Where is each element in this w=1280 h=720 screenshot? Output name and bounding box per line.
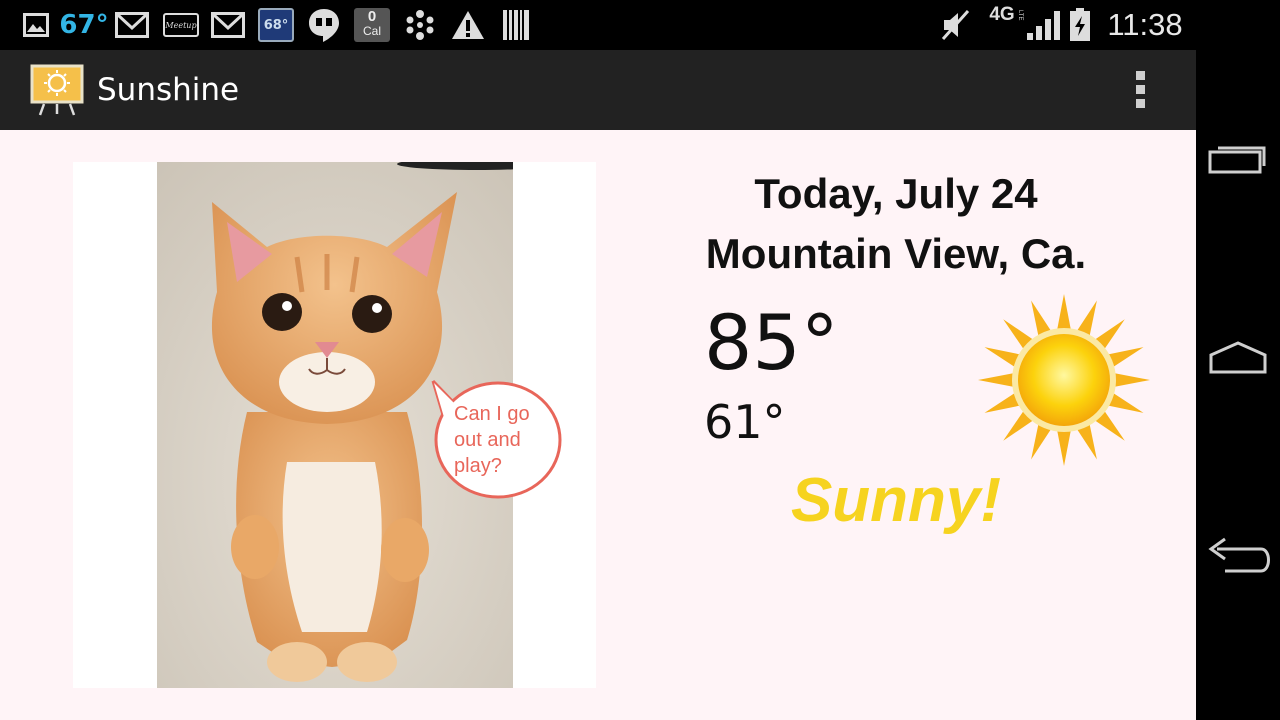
mute-icon [938,8,974,42]
weather-condition: Sunny! [790,466,1002,535]
calendar-icon: 0 Cal [354,8,390,42]
signal-icon [1026,8,1062,42]
status-time: 11:38 [1107,7,1183,42]
sunshine-app-icon[interactable] [30,64,84,116]
bubble-line-2: out and [454,429,521,451]
action-bar: Sunshine [0,50,1196,130]
dots-icon [402,8,438,42]
sun-ray [1057,429,1071,466]
forecast-detail: Can I go out and play? Today, July 24 Mo… [0,130,1196,720]
overflow-menu-icon[interactable] [1125,68,1155,112]
calendar-count: 0 [367,8,377,25]
battery-icon [1066,8,1094,42]
photo-frame: Can I go out and play? [73,162,596,688]
bubble-line-1: Can I go [454,403,530,425]
navigation-bar [1196,0,1280,720]
forecast-location: Mountain View, Ca. [705,230,1087,277]
status-bar: 67° Meetup 68° 0 Cal 4G LTE 11:38 [0,0,1196,50]
forecast-date: Today, July 24 [754,170,1038,217]
low-temperature: 61° [704,395,786,449]
hangouts-icon [306,8,342,42]
high-temperature: 85° [704,298,839,387]
app-title: Sunshine [97,72,240,108]
weather-badge: 68° [258,8,294,42]
speech-bubble: Can I go out and play? [431,379,562,499]
weather-badge-icon: 68° [258,8,294,42]
meetup-label: Meetup [163,13,199,37]
sun-ray [1057,294,1071,331]
bubble-line-3: play? [454,455,502,477]
sun-ray [1113,373,1150,387]
home-icon[interactable] [1196,312,1280,402]
barcode-icon [500,8,532,42]
back-icon[interactable] [1196,512,1280,602]
gmail-icon [210,8,246,42]
network-sub: LTE [1017,9,1023,21]
image-icon [22,8,50,42]
weather-temp: 67° [59,10,109,40]
sun-ray [978,373,1015,387]
sun-icon [978,294,1150,466]
gmail-icon [114,8,150,42]
meetup-icon: Meetup [162,8,200,42]
warning-icon [450,8,486,42]
calendar-label: Cal [362,24,381,38]
recent-apps-icon[interactable] [1196,112,1280,202]
